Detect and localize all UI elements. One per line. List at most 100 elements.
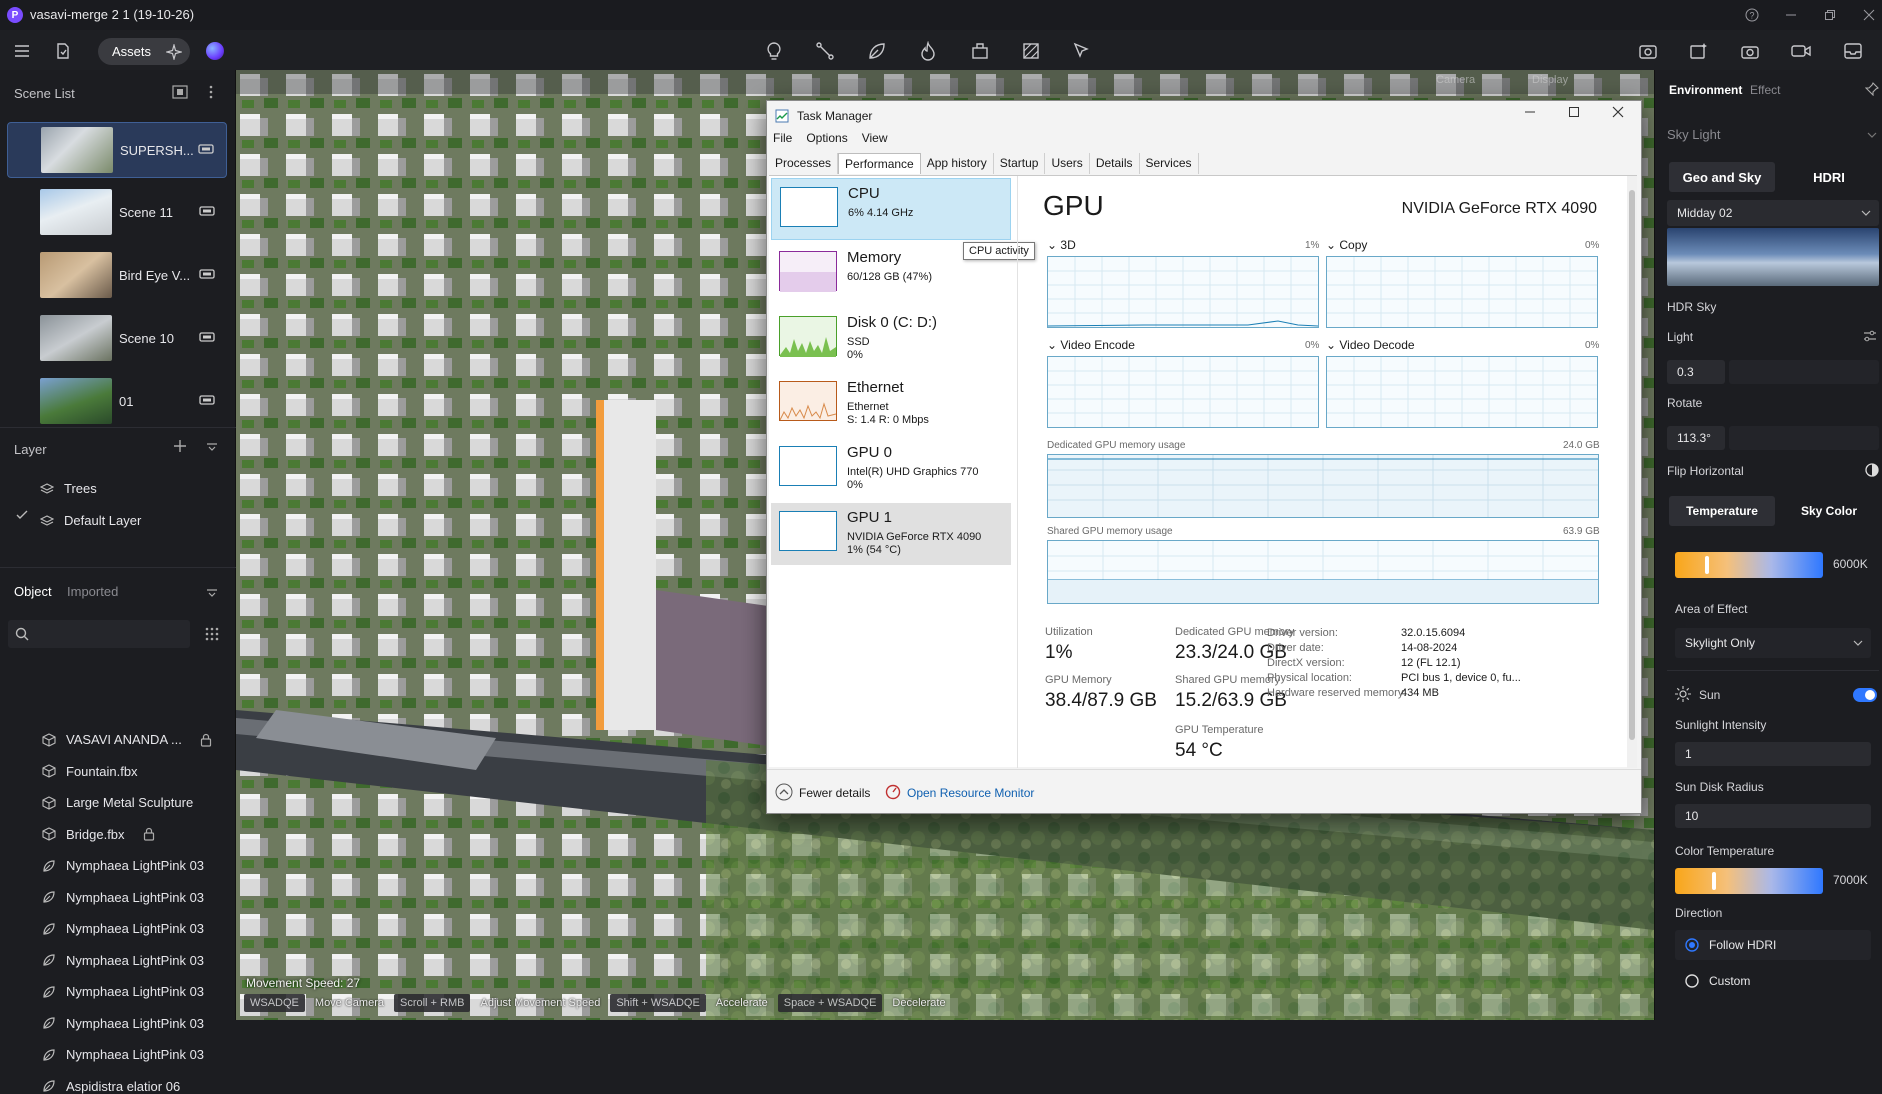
select-tool-icon[interactable] <box>1071 40 1093 62</box>
follow-hdri-option[interactable]: Follow HDRI <box>1675 930 1871 960</box>
resource-item[interactable]: Disk 0 (C: D:) SSD 0% <box>771 308 1011 370</box>
tab-object[interactable]: Object <box>14 584 52 599</box>
rotate-slider[interactable] <box>1729 426 1879 450</box>
more-icon[interactable] <box>208 85 214 99</box>
layer-item-default[interactable]: Default Layer <box>40 513 141 528</box>
checkmark-icon[interactable] <box>16 510 28 520</box>
fewer-details-link[interactable]: Fewer details <box>799 786 870 800</box>
tm-maximize-icon[interactable] <box>1567 105 1581 119</box>
area-of-effect-select[interactable]: Skylight Only <box>1675 628 1871 658</box>
rotate-input[interactable]: 113.3° <box>1667 426 1725 450</box>
scene-item[interactable]: Bird Eye V... <box>7 248 227 304</box>
hdri-preset-select[interactable]: Midday 02 <box>1667 200 1879 226</box>
light-bulb-icon[interactable] <box>763 40 785 62</box>
tm-close-icon[interactable] <box>1611 105 1625 119</box>
object-list-item[interactable]: VASAVI ANANDA ... <box>42 732 212 747</box>
tm-minimize-icon[interactable] <box>1523 105 1537 119</box>
minimize-icon[interactable] <box>1782 6 1800 24</box>
color-temperature-knob[interactable] <box>1712 872 1716 890</box>
temperature-tab[interactable]: Temperature <box>1669 496 1775 526</box>
resource-item[interactable]: Ethernet Ethernet S: 1.4 R: 0 Mbps <box>771 373 1011 435</box>
custom-option[interactable]: Custom <box>1675 966 1871 996</box>
tm-tab[interactable]: Performance <box>838 153 921 174</box>
grid-view-icon[interactable] <box>204 626 220 642</box>
task-manager-window[interactable]: Task Manager File Options View Processes… <box>766 100 1642 814</box>
object-list-item[interactable]: Nymphaea LightPink 03 <box>42 921 204 936</box>
hatch-icon[interactable] <box>1020 40 1042 62</box>
menu-options[interactable]: Options <box>806 131 847 145</box>
engine-encode-label[interactable]: ⌄ Video Encode <box>1047 338 1135 352</box>
engine-copy-label[interactable]: ⌄ Copy <box>1326 238 1367 252</box>
camera-overlay-label[interactable]: Camera <box>1436 74 1475 86</box>
flip-toggle-icon[interactable] <box>1865 463 1879 477</box>
menu-file[interactable]: File <box>773 131 792 145</box>
ai-orb-icon[interactable] <box>206 42 224 60</box>
fewer-details-icon[interactable] <box>775 783 793 801</box>
file-sync-icon[interactable] <box>52 40 74 62</box>
hdri-button[interactable]: HDRI <box>1777 162 1881 192</box>
video-icon[interactable] <box>1790 40 1812 62</box>
layer-filter-icon[interactable] <box>206 442 218 452</box>
geo-sky-button[interactable]: Geo and Sky <box>1669 162 1775 192</box>
menu-view[interactable]: View <box>862 131 888 145</box>
restore-icon[interactable] <box>1821 6 1839 24</box>
temperature-slider[interactable] <box>1675 552 1823 578</box>
path-tool-icon[interactable] <box>814 40 836 62</box>
scene-view-icon[interactable] <box>172 85 188 99</box>
camera-icon[interactable] <box>199 205 215 217</box>
display-overlay-label[interactable]: Display <box>1532 74 1568 86</box>
object-list-item[interactable]: Bridge.fbx <box>42 827 155 842</box>
color-temperature-slider[interactable] <box>1675 868 1823 894</box>
assets-button[interactable]: Assets <box>98 38 190 65</box>
add-layer-icon[interactable] <box>173 439 187 453</box>
scene-item[interactable]: 01 <box>7 374 227 430</box>
tab-environment[interactable]: Environment <box>1669 83 1742 97</box>
sun-toggle[interactable] <box>1853 688 1877 702</box>
enhance-image-icon[interactable] <box>1688 40 1710 62</box>
menu-icon[interactable] <box>11 40 33 62</box>
pin-icon[interactable] <box>1865 82 1879 96</box>
collapse-icon[interactable] <box>1867 131 1877 139</box>
layer-item-trees[interactable]: Trees <box>40 481 97 496</box>
object-filter-icon[interactable] <box>206 588 218 598</box>
object-list-item[interactable]: Nymphaea LightPink 03 <box>42 953 204 968</box>
sunlight-intensity-input[interactable]: 1 <box>1675 742 1871 766</box>
object-list-item[interactable]: Large Metal Sculpture <box>42 795 193 810</box>
open-resource-monitor-link[interactable]: Open Resource Monitor <box>907 786 1034 800</box>
engine-3d-label[interactable]: ⌄ 3D <box>1047 238 1076 252</box>
tm-tab[interactable]: Users <box>1045 153 1090 174</box>
object-list-item[interactable]: Nymphaea LightPink 03 <box>42 1016 204 1031</box>
render-queue-icon[interactable] <box>1637 40 1659 62</box>
tm-tab[interactable]: Details <box>1089 153 1140 174</box>
light-slider[interactable] <box>1729 360 1879 384</box>
tm-tab[interactable]: Services <box>1139 153 1199 174</box>
object-list-item[interactable]: Nymphaea LightPink 03 <box>42 1047 204 1062</box>
object-list-item[interactable]: Nymphaea LightPink 03 <box>42 858 204 873</box>
lock-icon[interactable] <box>200 733 212 747</box>
object-search-input[interactable] <box>8 620 190 648</box>
camera-icon[interactable] <box>199 394 215 406</box>
tm-tab[interactable]: Processes <box>769 153 839 174</box>
sky-color-tab[interactable]: Sky Color <box>1777 496 1881 526</box>
scene-item[interactable]: SUPERSH... <box>7 122 227 178</box>
tm-tab[interactable]: Startup <box>993 153 1046 174</box>
camera-icon[interactable] <box>198 143 214 155</box>
resource-item[interactable]: GPU 1 NVIDIA GeForce RTX 4090 1% (54 °C) <box>771 503 1011 565</box>
camera-icon[interactable] <box>199 268 215 280</box>
camera-icon[interactable] <box>1739 40 1761 62</box>
lock-icon[interactable] <box>143 827 155 841</box>
object-list-item[interactable]: Fountain.fbx <box>42 764 138 779</box>
tm-tab[interactable]: App history <box>920 153 994 174</box>
object-list-item[interactable]: Nymphaea LightPink 03 <box>42 890 204 905</box>
resource-item[interactable]: CPU 6% 4.14 GHz <box>771 178 1011 240</box>
resource-item[interactable]: GPU 0 Intel(R) UHD Graphics 770 0% <box>771 438 1011 500</box>
light-input[interactable]: 0.3 <box>1667 360 1725 384</box>
help-icon[interactable]: ? <box>1743 6 1761 24</box>
close-icon[interactable] <box>1860 6 1878 24</box>
object-list-item[interactable]: Aspidistra elatior 06 <box>42 1079 180 1094</box>
scene-item[interactable]: Scene 11 <box>7 185 227 241</box>
adjust-icon[interactable] <box>1863 330 1877 342</box>
sun-disk-radius-input[interactable]: 10 <box>1675 804 1871 828</box>
object-list-item[interactable]: Nymphaea LightPink 03 <box>42 984 204 999</box>
fire-icon[interactable] <box>917 40 939 62</box>
